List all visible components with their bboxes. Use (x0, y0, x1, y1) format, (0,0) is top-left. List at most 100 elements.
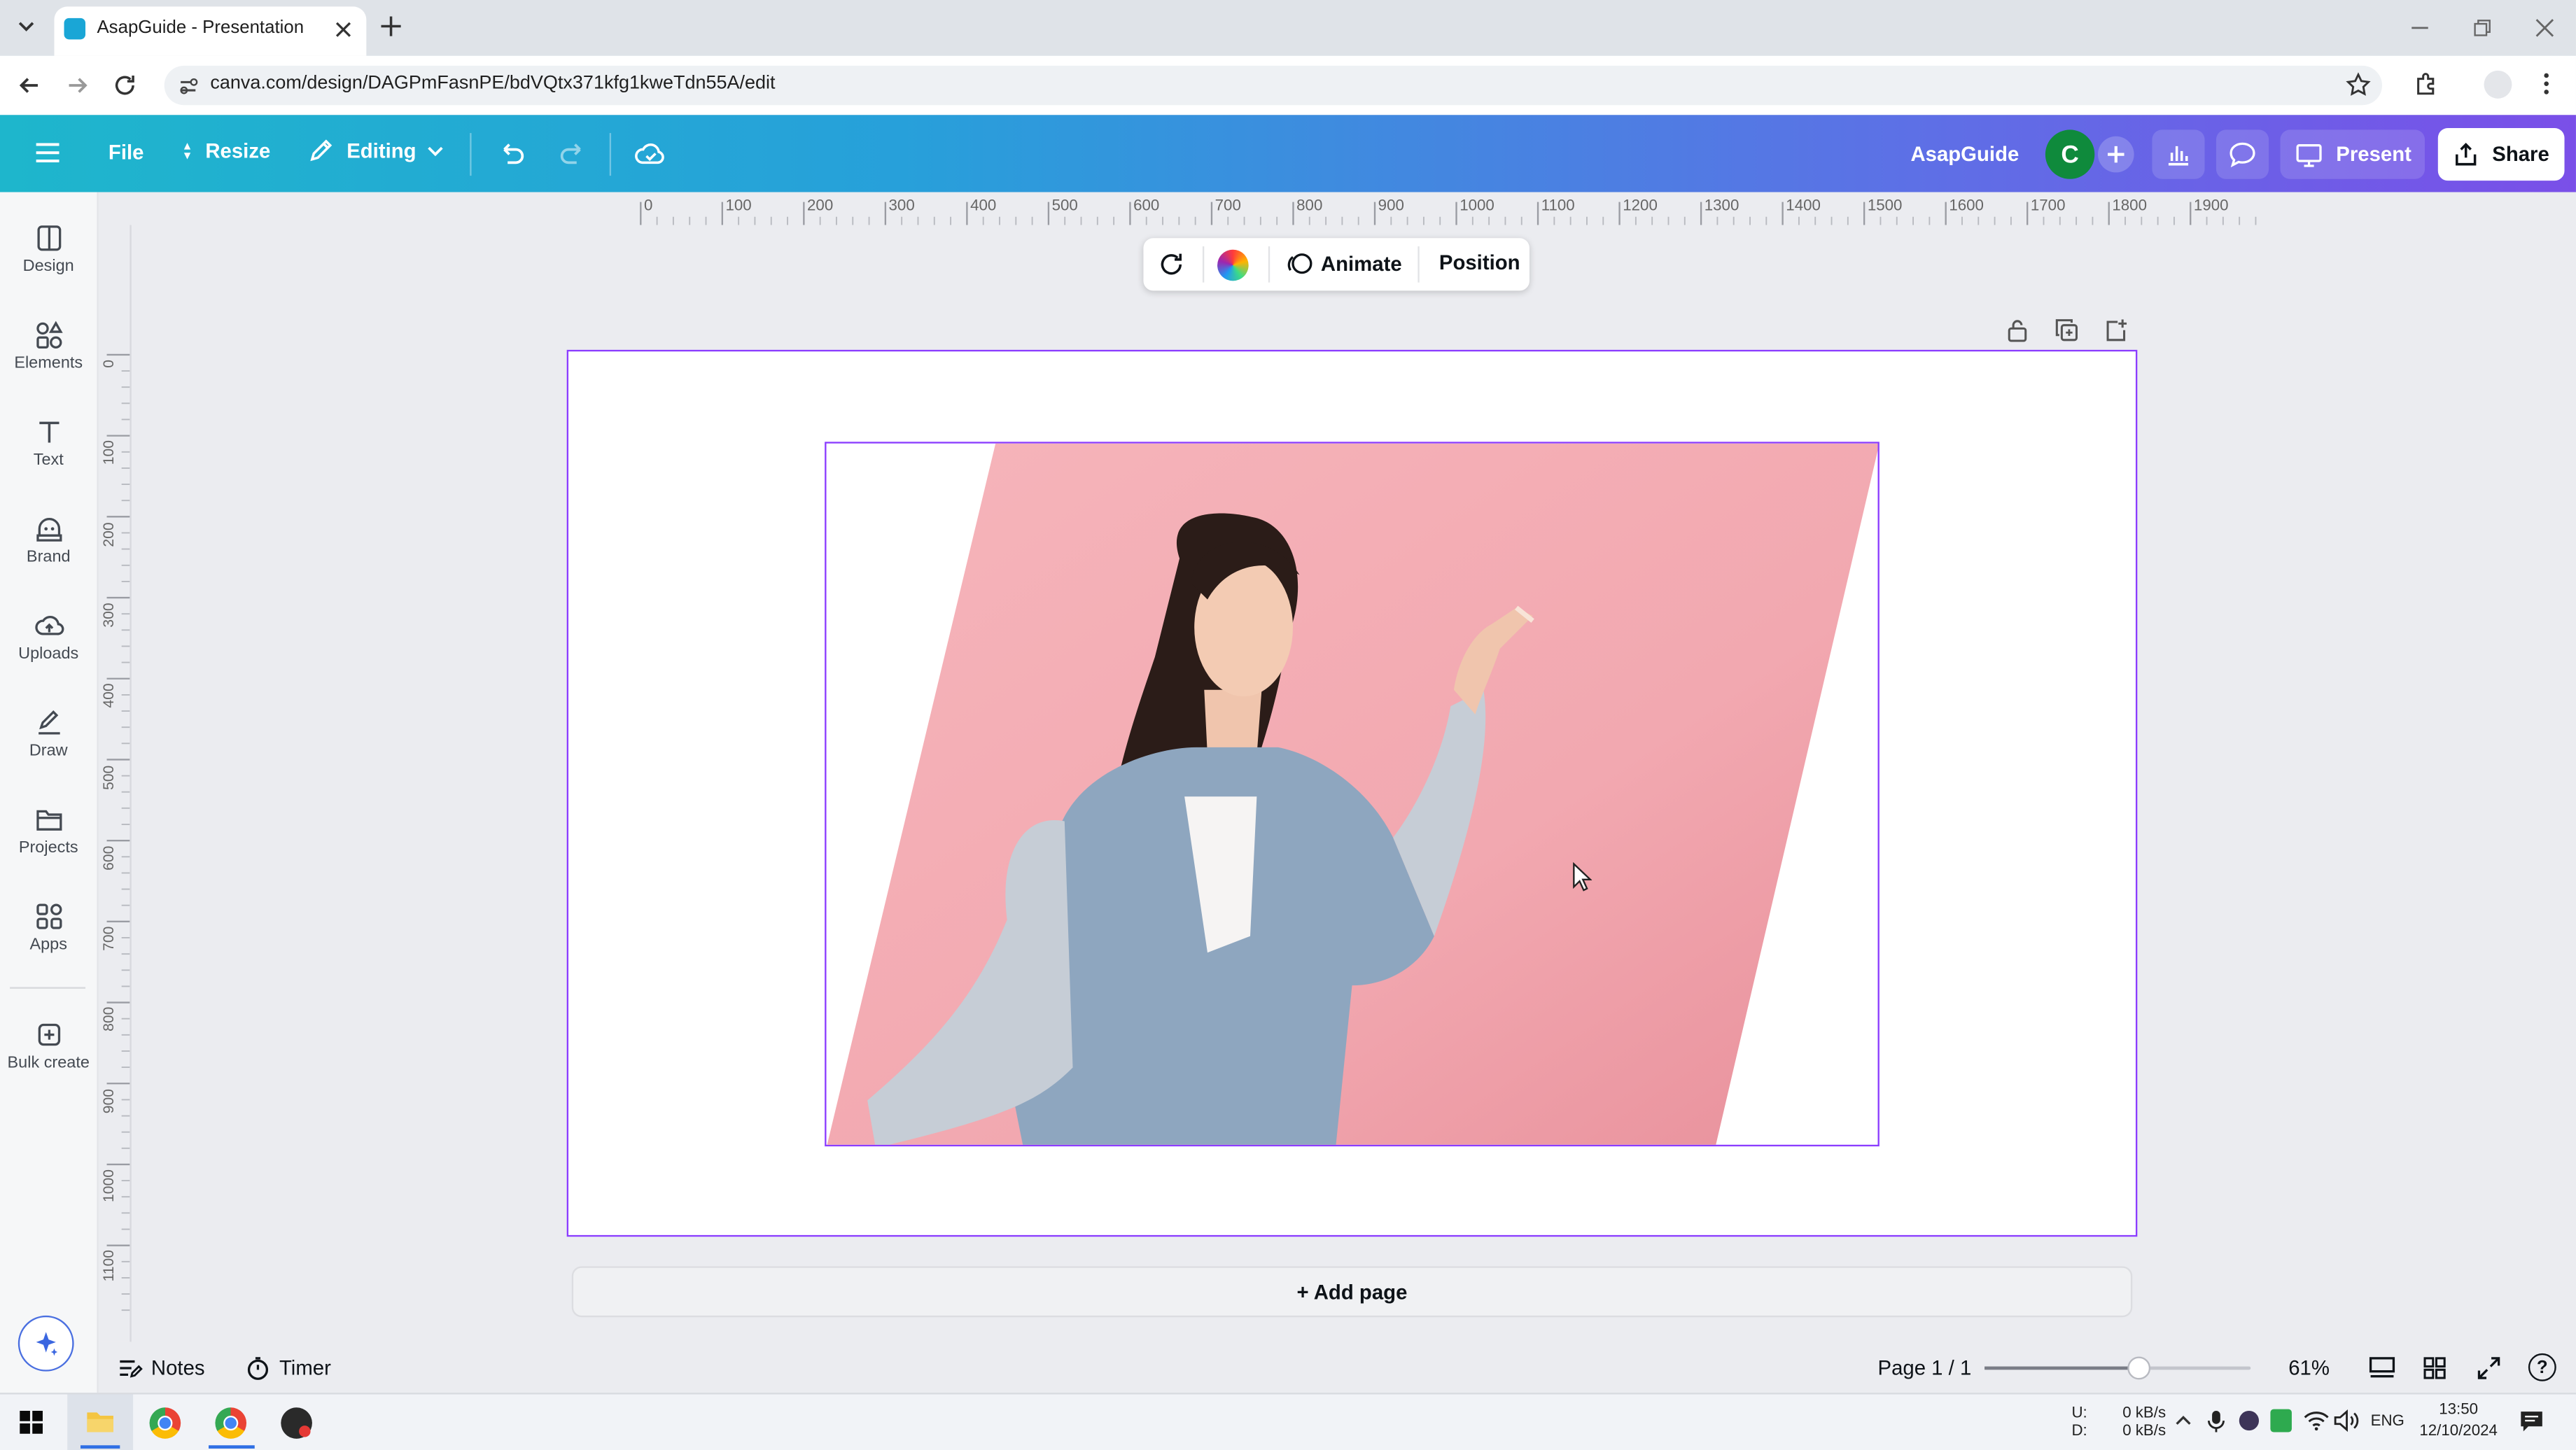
close-window-icon[interactable] (2533, 16, 2556, 39)
net-up-speed: 0 kB/s (2122, 1404, 2166, 1423)
selected-photo[interactable] (825, 442, 1879, 1147)
zoom-level[interactable]: 61% (2288, 1357, 2330, 1380)
nvidia-tray-icon[interactable] (2270, 1409, 2292, 1433)
sidebar-item-design[interactable]: Design (0, 223, 97, 276)
omnibox[interactable]: canva.com/design/DAGPmFasnPE/bdVQtx371kf… (164, 65, 2383, 106)
element-context-toolbar: Animate Position (1143, 238, 1530, 291)
notifications-icon[interactable] (2519, 1409, 2545, 1434)
editor-footer: Notes Timer Page 1 / 1 61% ? (98, 1342, 2576, 1393)
lock-page-icon[interactable] (2004, 317, 2031, 344)
magic-assistant-button[interactable] (18, 1315, 74, 1372)
file-menu-button[interactable]: File (108, 141, 144, 164)
recorder-taskbar-icon[interactable] (281, 1407, 312, 1439)
zoom-slider-track[interactable] (1984, 1356, 2251, 1380)
windows-start-icon[interactable] (20, 1410, 43, 1434)
bulk-create-icon (37, 1023, 59, 1046)
show-hidden-icons-chevron-icon[interactable] (2174, 1411, 2193, 1430)
sidebar-item-text[interactable]: Text (0, 417, 97, 470)
sidebar-item-draw[interactable]: Draw (0, 708, 97, 761)
color-picker-icon[interactable] (1217, 249, 1249, 281)
back-icon[interactable] (16, 72, 43, 99)
redo-icon[interactable] (557, 138, 590, 171)
ruler-label: 400 (100, 683, 117, 709)
ruler-label: 600 (100, 845, 117, 871)
browser-tab[interactable]: AsapGuide - Presentation (54, 6, 367, 56)
add-page-button[interactable]: + Add page (571, 1266, 2133, 1318)
design-icon (36, 225, 61, 251)
active-app-indicator (209, 1445, 255, 1449)
volume-icon[interactable] (2333, 1409, 2360, 1433)
notes-button[interactable]: Notes (117, 1355, 205, 1381)
tab-list-chevron-icon[interactable] (13, 13, 40, 40)
team-name[interactable]: AsapGuide (1910, 143, 2019, 166)
present-button[interactable]: Present (2280, 129, 2426, 179)
url-text[interactable]: canva.com/design/DAGPmFasnPE/bdVQtx371kf… (210, 74, 775, 94)
sidebar-item-elements[interactable]: Elements (0, 321, 97, 373)
zoom-slider-thumb[interactable] (2127, 1356, 2150, 1380)
input-language[interactable]: ENG (2371, 1412, 2404, 1430)
page-view-icon[interactable] (2367, 1355, 2397, 1381)
minimize-window-icon[interactable] (2409, 16, 2432, 39)
system-clock[interactable]: 13:50 12/10/2024 (2415, 1401, 2502, 1440)
new-tab-icon[interactable] (379, 15, 402, 38)
page-indicator[interactable]: Page 1 / 1 (1878, 1357, 1972, 1380)
apps-icon (36, 903, 62, 929)
ruler-label: 1600 (1949, 197, 1984, 216)
resize-button[interactable]: Resize (177, 139, 270, 162)
user-avatar[interactable]: C (2045, 129, 2095, 179)
fullscreen-icon[interactable] (2476, 1355, 2502, 1381)
comments-button[interactable] (2216, 129, 2269, 179)
sidebar-item-brand[interactable]: Brand (0, 514, 97, 567)
resize-label: Resize (205, 139, 271, 163)
site-info-icon[interactable] (177, 76, 199, 97)
ruler-label: 1700 (2030, 197, 2066, 216)
profile-avatar[interactable] (2484, 70, 2512, 99)
sidebar-item-projects[interactable]: Projects (0, 805, 97, 857)
position-button[interactable]: Position (1439, 251, 1520, 274)
ruler-label: 1100 (1541, 197, 1575, 216)
canva-favicon-icon (64, 17, 86, 40)
bookmark-star-icon[interactable] (2346, 72, 2371, 97)
invite-button[interactable] (2097, 136, 2134, 173)
animate-button[interactable]: Animate (1287, 250, 1402, 278)
draw-icon (37, 710, 59, 735)
ruler-label: 500 (1051, 197, 1078, 216)
undo-icon[interactable] (494, 138, 527, 171)
sidebar-item-apps[interactable]: Apps (0, 901, 97, 955)
close-tab-icon[interactable] (333, 20, 353, 39)
file-explorer-taskbar-button[interactable] (67, 1394, 134, 1450)
brand-icon (36, 518, 62, 542)
sidebar-item-bulk-create[interactable]: Bulk create (0, 1020, 97, 1073)
ruler-label: 100 (100, 440, 117, 465)
editing-mode-dropdown[interactable]: Editing (307, 138, 446, 164)
add-page-icon[interactable] (2103, 317, 2129, 344)
reload-icon[interactable] (112, 72, 139, 99)
chrome-profile-taskbar-icon[interactable] (215, 1407, 247, 1439)
wifi-icon[interactable] (2303, 1409, 2330, 1433)
clock-time: 13:50 (2439, 1400, 2479, 1419)
sidebar-item-uploads[interactable]: Uploads (0, 611, 97, 663)
browser-menu-icon[interactable] (2538, 71, 2554, 97)
replace-icon[interactable] (1156, 250, 1186, 279)
share-label: Share (2492, 143, 2549, 167)
rail-divider (10, 987, 86, 989)
restore-window-icon[interactable] (2471, 16, 2494, 39)
help-icon[interactable]: ? (2528, 1353, 2556, 1381)
ruler-label: 400 (970, 197, 997, 216)
chrome-taskbar-icon[interactable] (149, 1407, 181, 1439)
ruler-label: 300 (888, 197, 915, 216)
horizontal-ruler: 0 100 200 300 400 500 600 700 800 900 1000 1100 1200… (98, 192, 2576, 225)
animate-icon (1287, 253, 1312, 274)
main-menu-icon[interactable] (33, 139, 62, 166)
insights-button[interactable] (2152, 129, 2205, 179)
extensions-icon[interactable] (2414, 71, 2440, 97)
duplicate-page-icon[interactable] (2054, 317, 2080, 344)
app-tray-icon[interactable] (2239, 1410, 2259, 1431)
microphone-icon[interactable] (2206, 1409, 2226, 1434)
grid-view-icon[interactable] (2421, 1355, 2448, 1381)
timer-button[interactable]: Timer (245, 1355, 331, 1381)
cloud-sync-icon[interactable] (634, 138, 667, 171)
share-button[interactable]: Share (2437, 128, 2565, 181)
ruler-label: 800 (1296, 197, 1323, 216)
forward-icon[interactable] (64, 72, 91, 99)
